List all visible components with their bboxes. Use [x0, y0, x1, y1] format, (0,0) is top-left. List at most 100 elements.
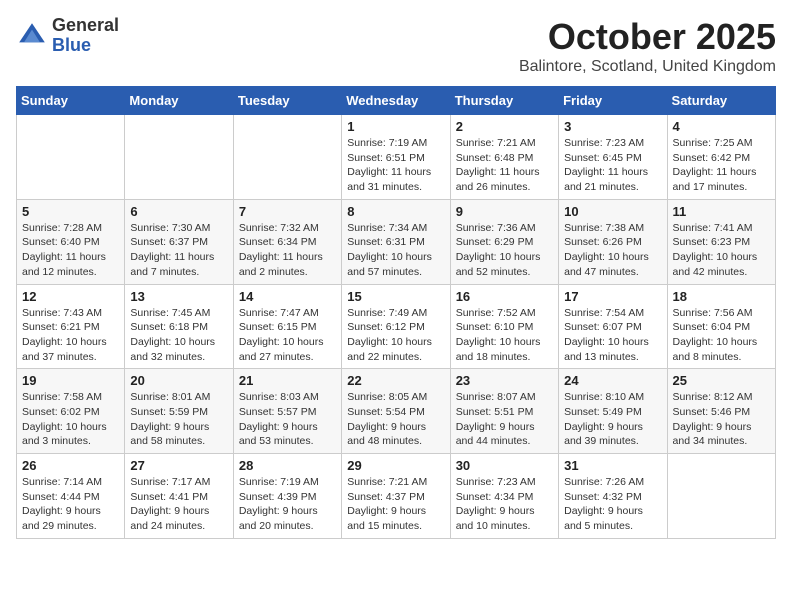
calendar-cell: 21 Sunrise: 8:03 AM Sunset: 5:57 PM Dayli… [233, 369, 341, 454]
weekday-header-tuesday: Tuesday [233, 87, 341, 115]
day-info: Sunrise: 7:21 AM Sunset: 4:37 PM Dayligh… [347, 475, 444, 534]
calendar-cell: 25 Sunrise: 8:12 AM Sunset: 5:46 PM Dayli… [667, 369, 775, 454]
day-info: Sunrise: 7:23 AM Sunset: 6:45 PM Dayligh… [564, 136, 661, 195]
day-info: Sunrise: 7:49 AM Sunset: 6:12 PM Dayligh… [347, 306, 444, 365]
day-info: Sunrise: 7:58 AM Sunset: 6:02 PM Dayligh… [22, 390, 119, 449]
day-number: 30 [456, 458, 553, 473]
day-number: 16 [456, 289, 553, 304]
day-number: 8 [347, 204, 444, 219]
day-number: 17 [564, 289, 661, 304]
day-info: Sunrise: 7:52 AM Sunset: 6:10 PM Dayligh… [456, 306, 553, 365]
calendar-cell: 10 Sunrise: 7:38 AM Sunset: 6:26 PM Dayli… [559, 199, 667, 284]
day-number: 15 [347, 289, 444, 304]
logo-icon [16, 20, 48, 52]
day-number: 12 [22, 289, 119, 304]
calendar-cell: 31Sunrise: 7:26 AM Sunset: 4:32 PM Dayli… [559, 454, 667, 539]
weekday-header-friday: Friday [559, 87, 667, 115]
calendar-cell: 29 Sunrise: 7:21 AM Sunset: 4:37 PM Dayli… [342, 454, 450, 539]
day-info: Sunrise: 7:38 AM Sunset: 6:26 PM Dayligh… [564, 221, 661, 280]
day-info: Sunrise: 7:54 AM Sunset: 6:07 PM Dayligh… [564, 306, 661, 365]
weekday-header-thursday: Thursday [450, 87, 558, 115]
calendar-cell: 24Sunrise: 8:10 AM Sunset: 5:49 PM Dayli… [559, 369, 667, 454]
day-info: Sunrise: 7:25 AM Sunset: 6:42 PM Dayligh… [673, 136, 770, 195]
logo-text: General Blue [52, 16, 119, 56]
day-number: 22 [347, 373, 444, 388]
day-number: 25 [673, 373, 770, 388]
day-info: Sunrise: 7:43 AM Sunset: 6:21 PM Dayligh… [22, 306, 119, 365]
day-number: 6 [130, 204, 227, 219]
day-number: 5 [22, 204, 119, 219]
day-info: Sunrise: 8:03 AM Sunset: 5:57 PM Dayligh… [239, 390, 336, 449]
page-header: General Blue October 2025 Balintore, Sco… [16, 16, 776, 76]
calendar-cell: 18 Sunrise: 7:56 AM Sunset: 6:04 PM Dayli… [667, 284, 775, 369]
day-info: Sunrise: 7:30 AM Sunset: 6:37 PM Dayligh… [130, 221, 227, 280]
calendar-cell: 3 Sunrise: 7:23 AM Sunset: 6:45 PM Daylig… [559, 115, 667, 200]
day-info: Sunrise: 7:26 AM Sunset: 4:32 PM Dayligh… [564, 475, 661, 534]
day-info: Sunrise: 7:19 AM Sunset: 6:51 PM Dayligh… [347, 136, 444, 195]
calendar-week-row: 12 Sunrise: 7:43 AM Sunset: 6:21 PM Dayli… [17, 284, 776, 369]
logo: General Blue [16, 16, 119, 56]
calendar-cell: 2Sunrise: 7:21 AM Sunset: 6:48 PM Daylig… [450, 115, 558, 200]
calendar-cell: 17 Sunrise: 7:54 AM Sunset: 6:07 PM Dayli… [559, 284, 667, 369]
calendar-cell: 13Sunrise: 7:45 AM Sunset: 6:18 PM Dayli… [125, 284, 233, 369]
day-number: 10 [564, 204, 661, 219]
day-number: 4 [673, 119, 770, 134]
weekday-header-row: SundayMondayTuesdayWednesdayThursdayFrid… [17, 87, 776, 115]
day-info: Sunrise: 8:07 AM Sunset: 5:51 PM Dayligh… [456, 390, 553, 449]
calendar-cell: 6 Sunrise: 7:30 AM Sunset: 6:37 PM Daylig… [125, 199, 233, 284]
day-number: 28 [239, 458, 336, 473]
calendar-cell: 22 Sunrise: 8:05 AM Sunset: 5:54 PM Dayli… [342, 369, 450, 454]
calendar-cell [125, 115, 233, 200]
title-block: October 2025 Balintore, Scotland, United… [519, 16, 776, 76]
day-info: Sunrise: 7:19 AM Sunset: 4:39 PM Dayligh… [239, 475, 336, 534]
calendar-cell [667, 454, 775, 539]
calendar-cell: 1Sunrise: 7:19 AM Sunset: 6:51 PM Daylig… [342, 115, 450, 200]
calendar-cell: 12 Sunrise: 7:43 AM Sunset: 6:21 PM Dayli… [17, 284, 125, 369]
day-number: 19 [22, 373, 119, 388]
calendar-week-row: 19 Sunrise: 7:58 AM Sunset: 6:02 PM Dayli… [17, 369, 776, 454]
day-number: 26 [22, 458, 119, 473]
calendar-cell: 20 Sunrise: 8:01 AM Sunset: 5:59 PM Dayli… [125, 369, 233, 454]
month-title: October 2025 [519, 16, 776, 58]
day-info: Sunrise: 7:17 AM Sunset: 4:41 PM Dayligh… [130, 475, 227, 534]
calendar-cell: 4 Sunrise: 7:25 AM Sunset: 6:42 PM Daylig… [667, 115, 775, 200]
calendar-cell: 26 Sunrise: 7:14 AM Sunset: 4:44 PM Dayli… [17, 454, 125, 539]
day-info: Sunrise: 7:14 AM Sunset: 4:44 PM Dayligh… [22, 475, 119, 534]
weekday-header-wednesday: Wednesday [342, 87, 450, 115]
weekday-header-sunday: Sunday [17, 87, 125, 115]
day-info: Sunrise: 8:10 AM Sunset: 5:49 PM Dayligh… [564, 390, 661, 449]
calendar-week-row: 1Sunrise: 7:19 AM Sunset: 6:51 PM Daylig… [17, 115, 776, 200]
calendar-cell: 28 Sunrise: 7:19 AM Sunset: 4:39 PM Dayli… [233, 454, 341, 539]
logo-general: General [52, 16, 119, 36]
calendar-cell: 9Sunrise: 7:36 AM Sunset: 6:29 PM Daylig… [450, 199, 558, 284]
day-info: Sunrise: 8:05 AM Sunset: 5:54 PM Dayligh… [347, 390, 444, 449]
calendar-cell: 7Sunrise: 7:32 AM Sunset: 6:34 PM Daylig… [233, 199, 341, 284]
calendar-cell: 15 Sunrise: 7:49 AM Sunset: 6:12 PM Dayli… [342, 284, 450, 369]
day-number: 18 [673, 289, 770, 304]
day-number: 11 [673, 204, 770, 219]
calendar-cell [17, 115, 125, 200]
day-number: 29 [347, 458, 444, 473]
calendar-cell: 14 Sunrise: 7:47 AM Sunset: 6:15 PM Dayli… [233, 284, 341, 369]
calendar-week-row: 26 Sunrise: 7:14 AM Sunset: 4:44 PM Dayli… [17, 454, 776, 539]
day-info: Sunrise: 7:45 AM Sunset: 6:18 PM Dayligh… [130, 306, 227, 365]
calendar-cell: 11 Sunrise: 7:41 AM Sunset: 6:23 PM Dayli… [667, 199, 775, 284]
day-info: Sunrise: 7:47 AM Sunset: 6:15 PM Dayligh… [239, 306, 336, 365]
calendar-cell: 19 Sunrise: 7:58 AM Sunset: 6:02 PM Dayli… [17, 369, 125, 454]
weekday-header-saturday: Saturday [667, 87, 775, 115]
day-info: Sunrise: 7:41 AM Sunset: 6:23 PM Dayligh… [673, 221, 770, 280]
day-info: Sunrise: 8:12 AM Sunset: 5:46 PM Dayligh… [673, 390, 770, 449]
day-info: Sunrise: 7:21 AM Sunset: 6:48 PM Dayligh… [456, 136, 553, 195]
day-number: 3 [564, 119, 661, 134]
day-number: 27 [130, 458, 227, 473]
day-number: 21 [239, 373, 336, 388]
calendar-cell: 27 Sunrise: 7:17 AM Sunset: 4:41 PM Dayli… [125, 454, 233, 539]
day-info: Sunrise: 7:56 AM Sunset: 6:04 PM Dayligh… [673, 306, 770, 365]
day-number: 14 [239, 289, 336, 304]
calendar-cell [233, 115, 341, 200]
day-info: Sunrise: 8:01 AM Sunset: 5:59 PM Dayligh… [130, 390, 227, 449]
day-number: 20 [130, 373, 227, 388]
calendar-cell: 5Sunrise: 7:28 AM Sunset: 6:40 PM Daylig… [17, 199, 125, 284]
calendar: SundayMondayTuesdayWednesdayThursdayFrid… [16, 86, 776, 539]
day-number: 7 [239, 204, 336, 219]
